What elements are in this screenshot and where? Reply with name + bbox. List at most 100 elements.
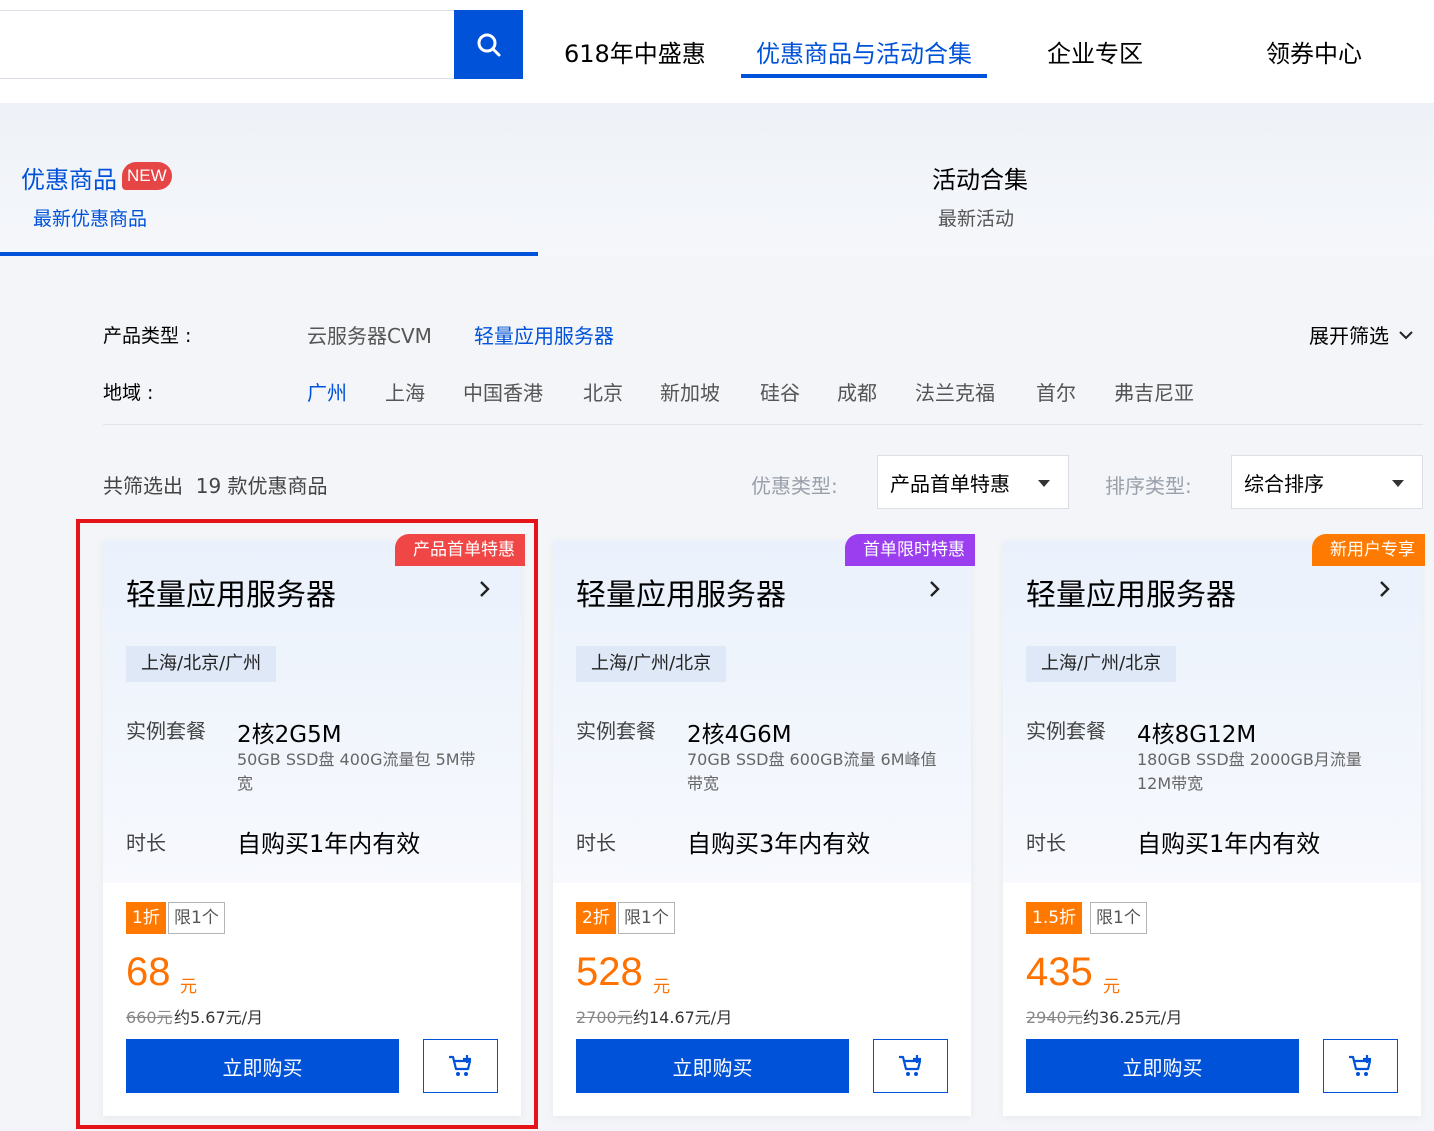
chevron-right-icon: [1380, 581, 1390, 597]
duration-label: 时长: [1026, 831, 1066, 855]
discount-badge: 1折: [126, 902, 166, 934]
add-to-cart-icon: [898, 1055, 921, 1076]
add-to-cart-button[interactable]: [1323, 1039, 1398, 1093]
card-title[interactable]: 轻量应用服务器: [576, 570, 786, 614]
original-price: 2700元: [576, 1008, 633, 1027]
discount-badge: 2折: [576, 902, 616, 934]
filter-region-chengdu[interactable]: 成都: [837, 377, 877, 406]
nav-coupon-center[interactable]: 领券中心: [1266, 0, 1362, 103]
sort-type-select[interactable]: 综合排序: [1231, 455, 1423, 509]
caret-down-icon: [1038, 480, 1050, 487]
spec-label: 实例套餐: [1026, 719, 1106, 743]
add-to-cart-icon: [1348, 1055, 1371, 1076]
limit-badge: 限1个: [618, 902, 675, 934]
monthly-price: 约5.67元/月: [174, 1008, 264, 1027]
chevron-right-icon: [480, 581, 490, 597]
result-count: 共筛选出 19 款优惠商品: [103, 474, 328, 498]
price-unit: 元: [1103, 977, 1120, 997]
product-card[interactable]: 新用户专享轻量应用服务器上海/广州/北京实例套餐 4核8G12M 180GB SSD…: [1003, 534, 1425, 1116]
filter-region-silicon-valley[interactable]: 硅谷: [760, 377, 800, 406]
filter-region-shanghai[interactable]: 上海: [385, 377, 425, 406]
filter-region-guangzhou[interactable]: 广州: [307, 377, 347, 406]
add-to-cart-icon: [448, 1055, 471, 1076]
tab-activities-subtitle: 最新活动: [938, 208, 1015, 230]
spec-value: 4核8G12M: [1137, 722, 1257, 748]
sort-type-label: 排序类型:: [1105, 474, 1192, 498]
duration-label: 时长: [576, 831, 616, 855]
spec-value: 2核4G6M: [687, 722, 792, 748]
discount-type-select[interactable]: 产品首单特惠: [877, 455, 1069, 509]
filter-divider: [103, 424, 1423, 425]
duration-label: 时长: [126, 831, 166, 855]
discount-badge: 1.5折: [1026, 902, 1083, 934]
filter-region-frankfurt[interactable]: 法兰克福: [915, 377, 995, 406]
buy-now-button[interactable]: 立即购买: [126, 1039, 399, 1093]
nav-618[interactable]: 618年中盛惠: [564, 0, 706, 103]
add-to-cart-button[interactable]: [423, 1039, 498, 1093]
price: 528: [576, 950, 643, 994]
filter-region-seoul[interactable]: 首尔: [1036, 377, 1076, 406]
original-price: 2940元: [1026, 1008, 1083, 1027]
price-unit: 元: [180, 977, 197, 997]
filter-region-beijing[interactable]: 北京: [583, 377, 623, 406]
filter-product-cvm[interactable]: 云服务器CVM: [307, 320, 432, 349]
duration-value: 自购买1年内有效: [1137, 830, 1321, 858]
product-card[interactable]: 产品首单特惠轻量应用服务器上海/北京/广州实例套餐 2核2G5M 50GB SSD盘…: [103, 534, 525, 1116]
original-price: 660元: [126, 1008, 173, 1027]
spec-value: 2核2G5M: [237, 722, 342, 748]
chevron-down-icon: [1399, 330, 1413, 339]
buy-now-button[interactable]: 立即购买: [1026, 1039, 1299, 1093]
filter-region-virginia[interactable]: 弗吉尼亚: [1114, 377, 1194, 406]
tab-deals-subtitle: 最新优惠商品: [33, 208, 148, 230]
caret-down-icon: [1392, 480, 1404, 487]
card-title[interactable]: 轻量应用服务器: [126, 570, 336, 614]
category-tabs: 优惠商品 NEW 最新优惠商品 活动合集 最新活动: [0, 103, 1434, 256]
duration-value: 自购买1年内有效: [237, 830, 421, 858]
tab-activities-title: 活动合集: [932, 166, 1028, 194]
add-to-cart-button[interactable]: [873, 1039, 948, 1093]
limit-badge: 限1个: [168, 902, 225, 934]
search-input[interactable]: [0, 10, 455, 79]
search-button[interactable]: [454, 10, 523, 79]
region-label: 地域 :: [103, 382, 154, 404]
buy-now-button[interactable]: 立即购买: [576, 1039, 849, 1093]
spec-detail: 180GB SSD盘 2000GB月流量12M带宽: [1137, 750, 1362, 793]
product-type-label: 产品类型 :: [103, 325, 192, 347]
nav-enterprise[interactable]: 企业专区: [1047, 0, 1143, 103]
spec-detail: 50GB SSD盘 400G流量包 5M带宽: [237, 750, 476, 793]
price: 68: [126, 950, 171, 994]
search-icon: [477, 33, 500, 56]
region-tag: 上海/北京/广州: [126, 646, 277, 682]
price: 435: [1026, 950, 1093, 994]
promo-ribbon: 新用户专享: [1312, 534, 1425, 566]
region-tag: 上海/广州/北京: [1026, 646, 1177, 682]
price-unit: 元: [653, 977, 670, 997]
product-card[interactable]: 首单限时特惠轻量应用服务器上海/广州/北京实例套餐 2核4G6M 70GB SSD盘…: [553, 534, 975, 1116]
spec-label: 实例套餐: [576, 719, 656, 743]
nav-active-underline: [741, 74, 987, 78]
new-badge: NEW: [122, 162, 172, 190]
expand-filters-label: 展开筛选: [1309, 324, 1389, 348]
filter-product-lighthouse[interactable]: 轻量应用服务器: [474, 320, 614, 349]
promo-ribbon: 首单限时特惠: [845, 534, 975, 566]
card-title[interactable]: 轻量应用服务器: [1026, 570, 1236, 614]
spec-label: 实例套餐: [126, 719, 206, 743]
region-tag: 上海/广州/北京: [576, 646, 727, 682]
promo-ribbon: 产品首单特惠: [395, 534, 525, 566]
card-detail-link[interactable]: [1379, 580, 1391, 602]
filter-region-singapore[interactable]: 新加坡: [660, 377, 720, 406]
monthly-price: 约36.25元/月: [1083, 1008, 1183, 1027]
monthly-price: 约14.67元/月: [633, 1008, 733, 1027]
sort-type-value: 综合排序: [1244, 471, 1324, 496]
expand-filters-button[interactable]: 展开筛选: [1309, 320, 1413, 349]
duration-value: 自购买3年内有效: [687, 830, 871, 858]
tab-active-underline: [0, 252, 538, 256]
card-detail-link[interactable]: [929, 580, 941, 602]
spec-detail: 70GB SSD盘 600GB流量 6M峰值带宽: [687, 750, 937, 793]
top-bar: 618年中盛惠 优惠商品与活动合集 企业专区 领券中心: [0, 0, 1434, 103]
nav-deals-activities[interactable]: 优惠商品与活动合集: [756, 0, 972, 103]
card-detail-link[interactable]: [479, 580, 491, 602]
limit-badge: 限1个: [1090, 902, 1147, 934]
discount-type-label: 优惠类型:: [751, 474, 838, 498]
filter-region-hongkong[interactable]: 中国香港: [463, 377, 543, 406]
